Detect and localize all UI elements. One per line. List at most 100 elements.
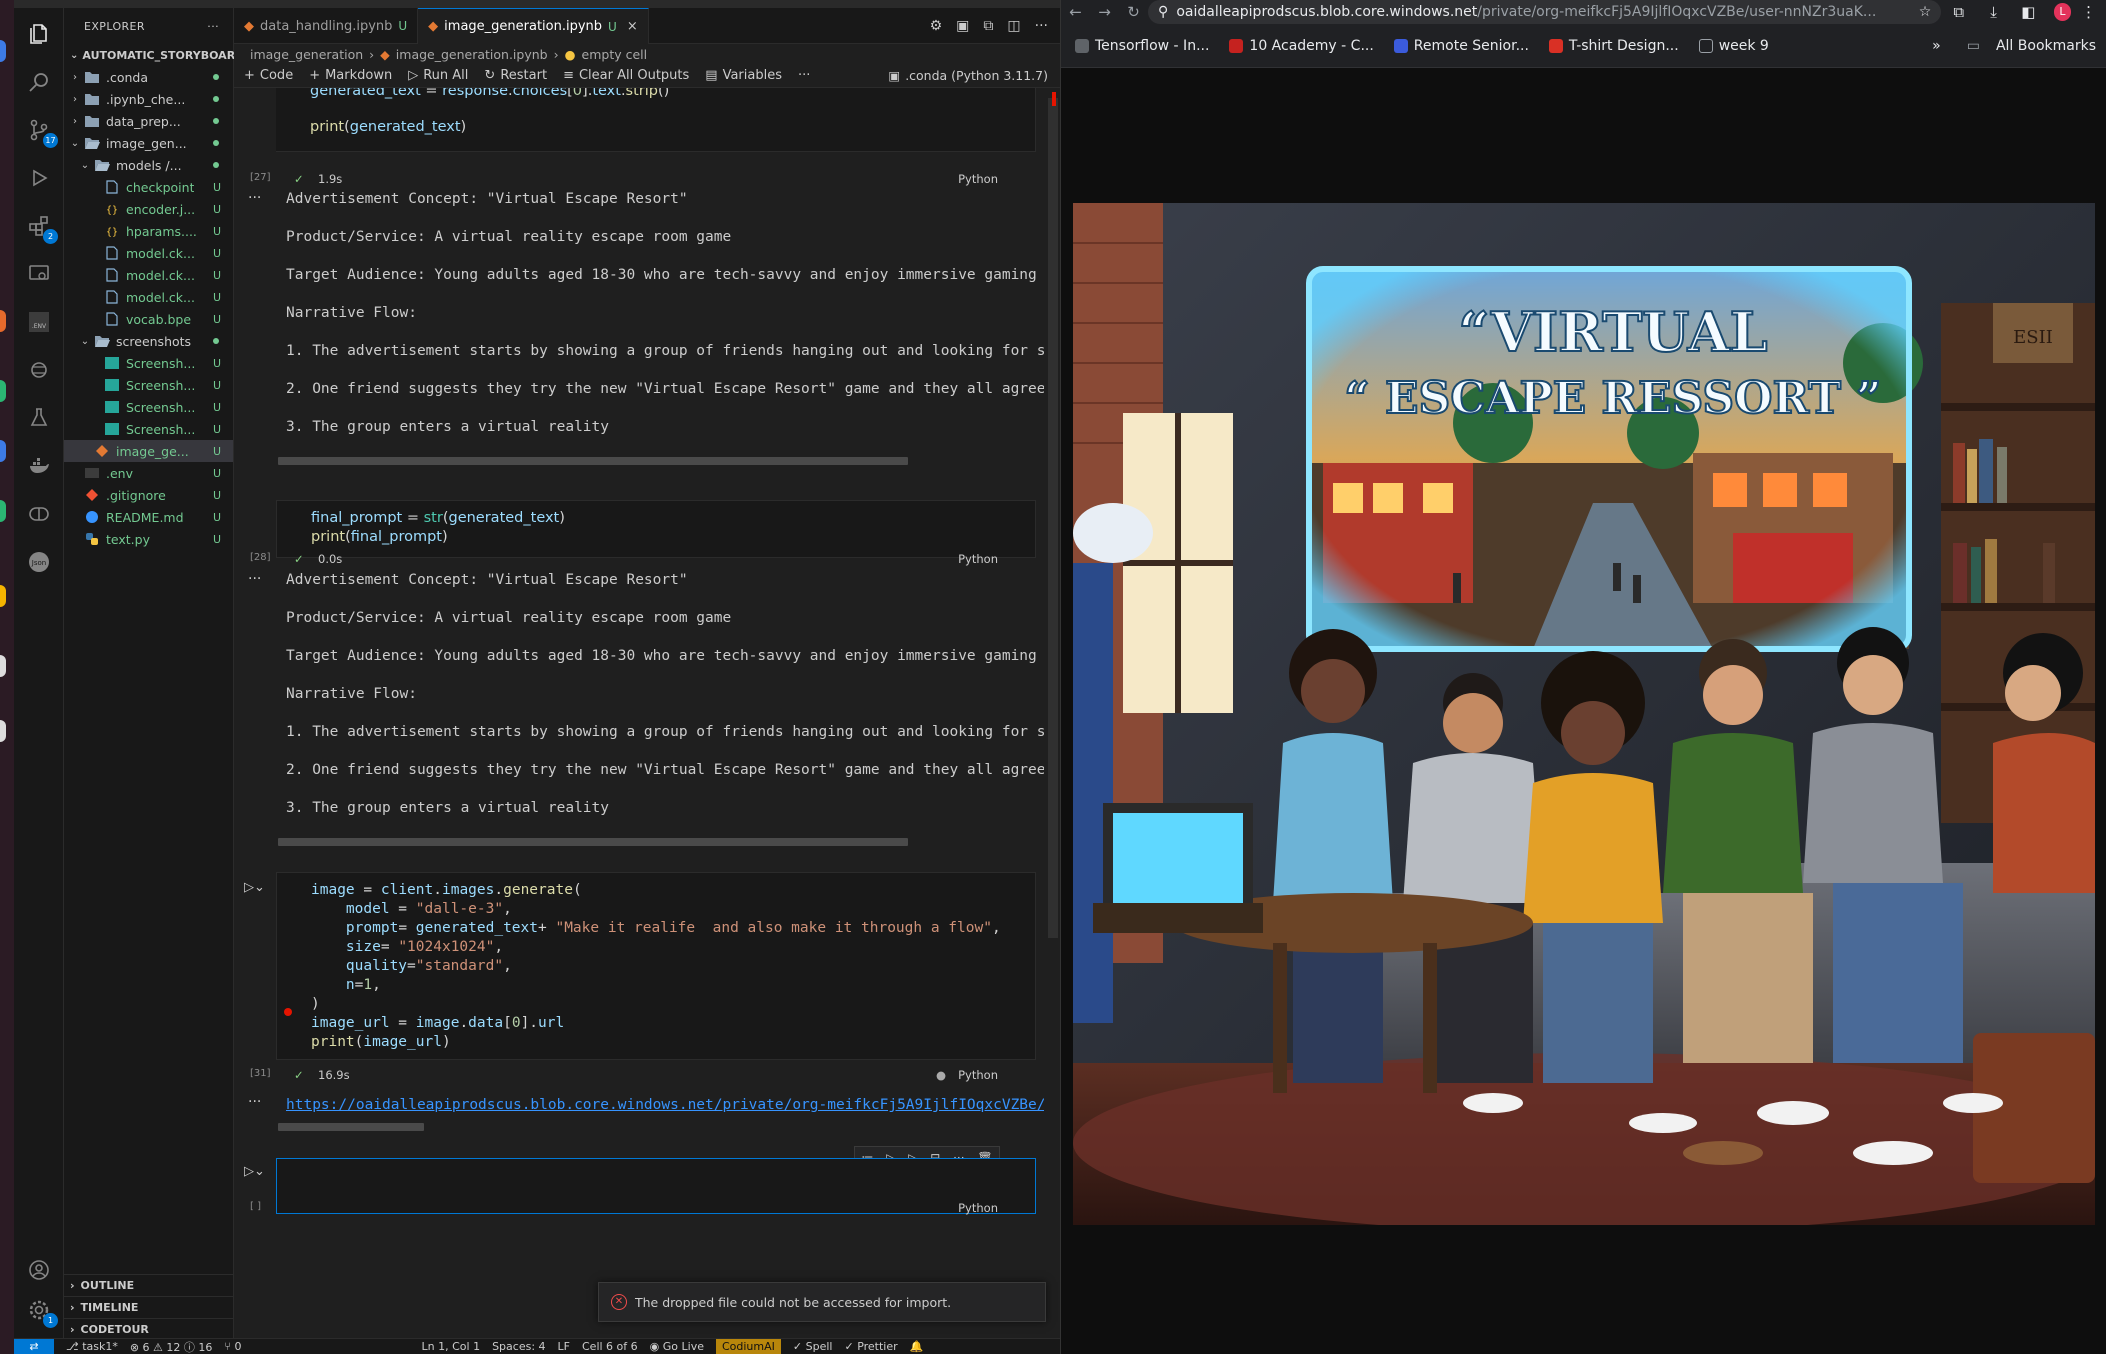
settings-gear-icon[interactable]: 1 <box>27 1298 58 1328</box>
tree-item[interactable]: model.ck... U <box>64 264 233 286</box>
toolbar-more-button[interactable]: ··· <box>798 68 810 83</box>
editor-scrollbar[interactable] <box>1048 98 1058 938</box>
all-bookmarks-button[interactable]: All Bookmarks <box>1996 38 2096 54</box>
output-scrollbar[interactable] <box>278 838 908 846</box>
json-icon[interactable]: Json <box>27 550 51 574</box>
remote-explorer-icon[interactable] <box>27 262 51 286</box>
download-icon[interactable]: ⤓ <box>1976 3 2011 21</box>
breadcrumb-cell[interactable]: empty cell <box>582 47 648 62</box>
tree-item[interactable]: checkpoint U <box>64 176 233 198</box>
bookmark-item[interactable]: T-shirt Design... <box>1548 38 1679 54</box>
explorer-icon[interactable] <box>27 22 51 46</box>
side-panel-icon[interactable]: ◧ <box>2011 3 2046 21</box>
tree-item[interactable]: › data_prep... <box>64 110 233 132</box>
chrome-menu-icon[interactable]: ⋮ <box>2071 3 2106 21</box>
error-notification[interactable]: ✕ The dropped file could not be accessed… <box>598 1282 1046 1322</box>
run-debug-icon[interactable] <box>27 166 51 190</box>
profile-avatar[interactable]: L <box>2053 3 2072 21</box>
branch-status[interactable]: ⎇ task1* <box>66 1340 118 1353</box>
more-actions-icon[interactable]: ··· <box>1035 18 1048 34</box>
output-more-icon[interactable]: ··· <box>248 190 261 206</box>
problems-status[interactable]: ⊗ 6 ⚠ 12 ⓘ 16 <box>130 1339 213 1354</box>
tree-item[interactable]: model.ck... U <box>64 242 233 264</box>
add-markdown-button[interactable]: + Markdown <box>309 68 392 83</box>
search-icon[interactable] <box>27 70 51 94</box>
notifications-bell-icon[interactable]: 🔔 <box>910 1340 924 1353</box>
env-file-icon[interactable]: .ENV <box>27 310 51 334</box>
go-live-button[interactable]: ◉ Go Live <box>650 1340 704 1353</box>
tree-item[interactable]: › .ipynb_che... <box>64 88 233 110</box>
forward-arrow-icon[interactable]: → <box>1090 3 1119 21</box>
tree-item[interactable]: {} encoder.j... U <box>64 198 233 220</box>
extensions-puzzle-icon[interactable]: ⧉ <box>1941 3 1976 21</box>
eol-status[interactable]: LF <box>558 1340 570 1353</box>
codetour-section[interactable]: › CODETOUR <box>64 1318 234 1340</box>
kernel-picker[interactable]: ▣ .conda (Python 3.11.7) <box>888 68 1048 83</box>
tree-item[interactable]: Screensh... U <box>64 352 233 374</box>
cursor-position[interactable]: Ln 1, Col 1 <box>422 1340 481 1353</box>
image-url-link[interactable]: https://oaidalleapiprodscus.blob.core.wi… <box>286 1096 1044 1115</box>
prettier-button[interactable]: ✓ Prettier <box>844 1340 897 1353</box>
spell-button[interactable]: ✓ Spell <box>793 1340 833 1353</box>
tab-data-handling[interactable]: ◆ data_handling.ipynb U <box>234 8 419 44</box>
tree-item[interactable]: image_ge... U <box>64 440 233 462</box>
bookmark-item[interactable]: week 9 <box>1698 38 1769 54</box>
accounts-icon[interactable] <box>27 1258 51 1282</box>
back-arrow-icon[interactable]: ← <box>1061 3 1090 21</box>
ports-status[interactable]: ⑂ 0 <box>224 1340 241 1353</box>
timeline-section[interactable]: › TIMELINE <box>64 1296 234 1318</box>
clear-outputs-button[interactable]: ≡ Clear All Outputs <box>563 68 689 83</box>
gear-icon[interactable]: ⚙ <box>930 18 943 34</box>
tab-image-generation[interactable]: ◆ image_generation.ipynb U × <box>418 8 649 44</box>
tree-item[interactable]: ⌄ screenshots <box>64 330 233 352</box>
run-cell-icon[interactable]: ▷⌄ <box>244 1164 265 1179</box>
tree-item[interactable]: Screensh... U <box>64 374 233 396</box>
add-code-button[interactable]: + Code <box>244 68 293 83</box>
open-preview-icon[interactable]: ▣ <box>956 18 969 34</box>
bookmark-item[interactable]: Remote Senior... <box>1393 38 1529 54</box>
gitlens-icon[interactable] <box>27 502 51 526</box>
tree-item[interactable]: vocab.bpe U <box>64 308 233 330</box>
reload-icon[interactable]: ↻ <box>1119 3 1148 21</box>
address-bar[interactable]: ⚲ oaidalleapiprodscus.blob.core.windows.… <box>1148 0 1942 24</box>
output-more-icon[interactable]: ··· <box>248 1094 261 1110</box>
docker-icon[interactable] <box>27 454 51 478</box>
cell-language[interactable]: Python <box>958 552 998 566</box>
project-root[interactable]: ⌄ AUTOMATIC_STORYBOAR... <box>64 44 248 66</box>
cell-language[interactable]: Python <box>958 172 998 186</box>
split-editor-icon[interactable]: ◫ <box>1007 18 1020 34</box>
tree-item[interactable]: ⌄ models /... <box>64 154 233 176</box>
output-scrollbar[interactable] <box>278 457 908 465</box>
indentation-status[interactable]: Spaces: 4 <box>492 1340 545 1353</box>
breakpoint-icon[interactable] <box>284 1008 292 1016</box>
cell-language[interactable]: Python <box>958 1201 998 1215</box>
close-icon[interactable]: × <box>627 19 638 34</box>
code-cell-31[interactable]: image = client.images.generate( model = … <box>276 872 1036 1060</box>
explorer-more-icon[interactable]: ··· <box>207 20 219 33</box>
tree-item[interactable]: Screensh... U <box>64 418 233 440</box>
tree-item[interactable]: README.md U <box>64 506 233 528</box>
tree-item[interactable]: ⌄ image_gen... <box>64 132 233 154</box>
code-cell-28[interactable]: final_prompt = str(generated_text) print… <box>276 500 1036 558</box>
tree-item[interactable]: › .conda <box>64 66 233 88</box>
codium-button[interactable]: CodiumAI <box>715 1338 781 1354</box>
breadcrumb-folder[interactable]: image_generation <box>250 47 363 62</box>
tree-item[interactable]: model.ck... U <box>64 286 233 308</box>
more-bookmarks-icon[interactable]: » <box>1932 38 1941 54</box>
variables-button[interactable]: ▤ Variables <box>705 68 782 83</box>
bookmark-star-icon[interactable]: ☆ <box>1919 4 1932 20</box>
remote-indicator-icon[interactable]: ⇄ <box>14 1338 54 1354</box>
code-cell-27[interactable]: generated_text = response.choices[0].tex… <box>276 88 1036 152</box>
extensions-icon[interactable]: 2 <box>27 214 58 244</box>
restart-button[interactable]: ↻ Restart <box>484 68 547 83</box>
outline-section[interactable]: › OUTLINE <box>64 1274 234 1296</box>
bookmark-item[interactable]: 10 Academy - C... <box>1229 38 1374 54</box>
tree-item[interactable]: .gitignore U <box>64 484 233 506</box>
run-cell-icon[interactable]: ▷⌄ <box>244 880 265 895</box>
cell-position[interactable]: Cell 6 of 6 <box>582 1340 638 1353</box>
cell-language[interactable]: Python <box>958 1068 998 1082</box>
generated-image[interactable]: ESII “VIRTUAL “ ESCAPE RESSORT ” <box>1073 203 2095 1225</box>
site-info-icon[interactable]: ⚲ <box>1158 4 1168 20</box>
testing-icon[interactable] <box>27 406 51 430</box>
source-control-icon[interactable]: 17 <box>27 118 58 148</box>
